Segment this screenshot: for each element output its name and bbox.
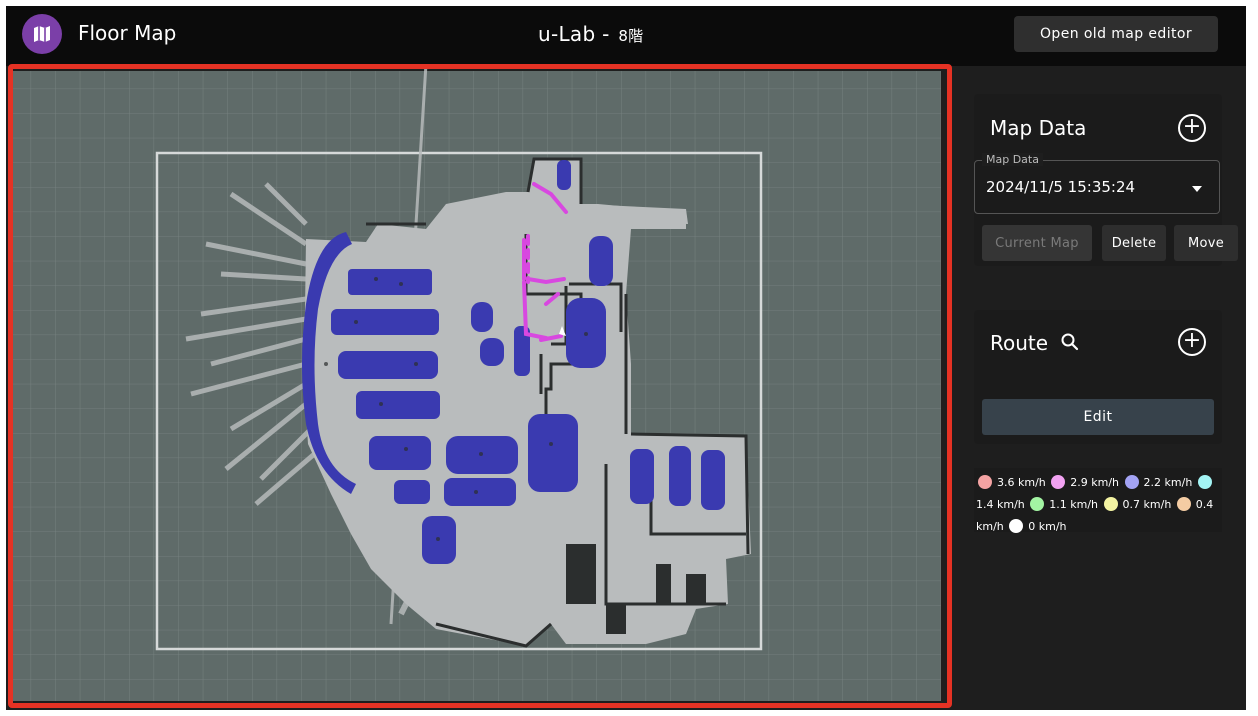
caret-down-icon[interactable]	[1192, 186, 1202, 192]
legend-color-swatch	[978, 475, 992, 489]
plus-icon: +	[1182, 114, 1202, 139]
add-map-data-button[interactable]: +	[1178, 114, 1206, 142]
legend-label: 3.6 km/h	[997, 476, 1046, 489]
legend-item: 3.6 km/h	[976, 475, 1046, 489]
floor-map-canvas[interactable]	[6, 64, 950, 708]
page-title: u-Lab - 8階	[538, 22, 643, 46]
legend-item: 2.9 km/h	[1049, 475, 1120, 489]
map-data-title: Map Data	[990, 116, 1087, 140]
search-icon[interactable]	[1060, 332, 1080, 352]
legend-label: 2.2 km/h	[1143, 476, 1193, 489]
map-data-select-value[interactable]: 2024/11/5 15:35:24	[986, 178, 1135, 196]
speed-legend-items: 3.6 km/h 2.9 km/h 2.2 km/h 1.4 km/h 1.1 …	[976, 472, 1222, 538]
legend-color-swatch	[1197, 475, 1212, 489]
legend-label: 1.1 km/h	[1049, 498, 1099, 511]
legend-color-swatch	[1051, 475, 1066, 489]
speed-legend: 3.6 km/h 2.9 km/h 2.2 km/h 1.4 km/h 1.1 …	[974, 468, 1222, 533]
legend-color-swatch	[1009, 519, 1024, 533]
app-title: Floor Map	[78, 21, 177, 45]
legend-color-swatch	[1124, 475, 1139, 489]
legend-color-swatch	[1103, 497, 1118, 511]
legend-item: 0 km/h	[1007, 519, 1067, 533]
open-old-map-editor-button[interactable]: Open old map editor	[1014, 16, 1218, 52]
legend-label: 0.7 km/h	[1122, 498, 1172, 511]
delete-button[interactable]: Delete	[1102, 225, 1166, 261]
route-edit-button[interactable]: Edit	[982, 399, 1214, 435]
add-route-button[interactable]: +	[1178, 328, 1206, 356]
legend-label: 1.4 km/h	[976, 498, 1025, 511]
floor-label: 8階	[618, 27, 644, 45]
top-bar: Floor Map u-Lab - 8階 Open old map editor	[6, 6, 1246, 66]
legend-item: 0.7 km/h	[1102, 497, 1172, 511]
legend-color-swatch	[1176, 497, 1191, 511]
location-name: u-Lab -	[538, 22, 617, 46]
map-data-select-label: Map Data	[982, 153, 1043, 166]
app-logo	[22, 14, 62, 54]
legend-color-swatch	[1030, 497, 1045, 511]
legend-item: 2.2 km/h	[1123, 475, 1193, 489]
map-icon	[34, 26, 50, 42]
app-window: Floor Map u-Lab - 8階 Open old map editor	[6, 6, 1246, 710]
move-button[interactable]: Move	[1174, 225, 1238, 261]
plus-icon: +	[1182, 328, 1202, 353]
current-map-button[interactable]: Current Map	[982, 225, 1092, 261]
legend-item: 1.1 km/h	[1028, 497, 1099, 511]
legend-label: 0 km/h	[1028, 520, 1067, 533]
legend-label: 2.9 km/h	[1070, 476, 1120, 489]
route-title: Route	[990, 331, 1049, 355]
